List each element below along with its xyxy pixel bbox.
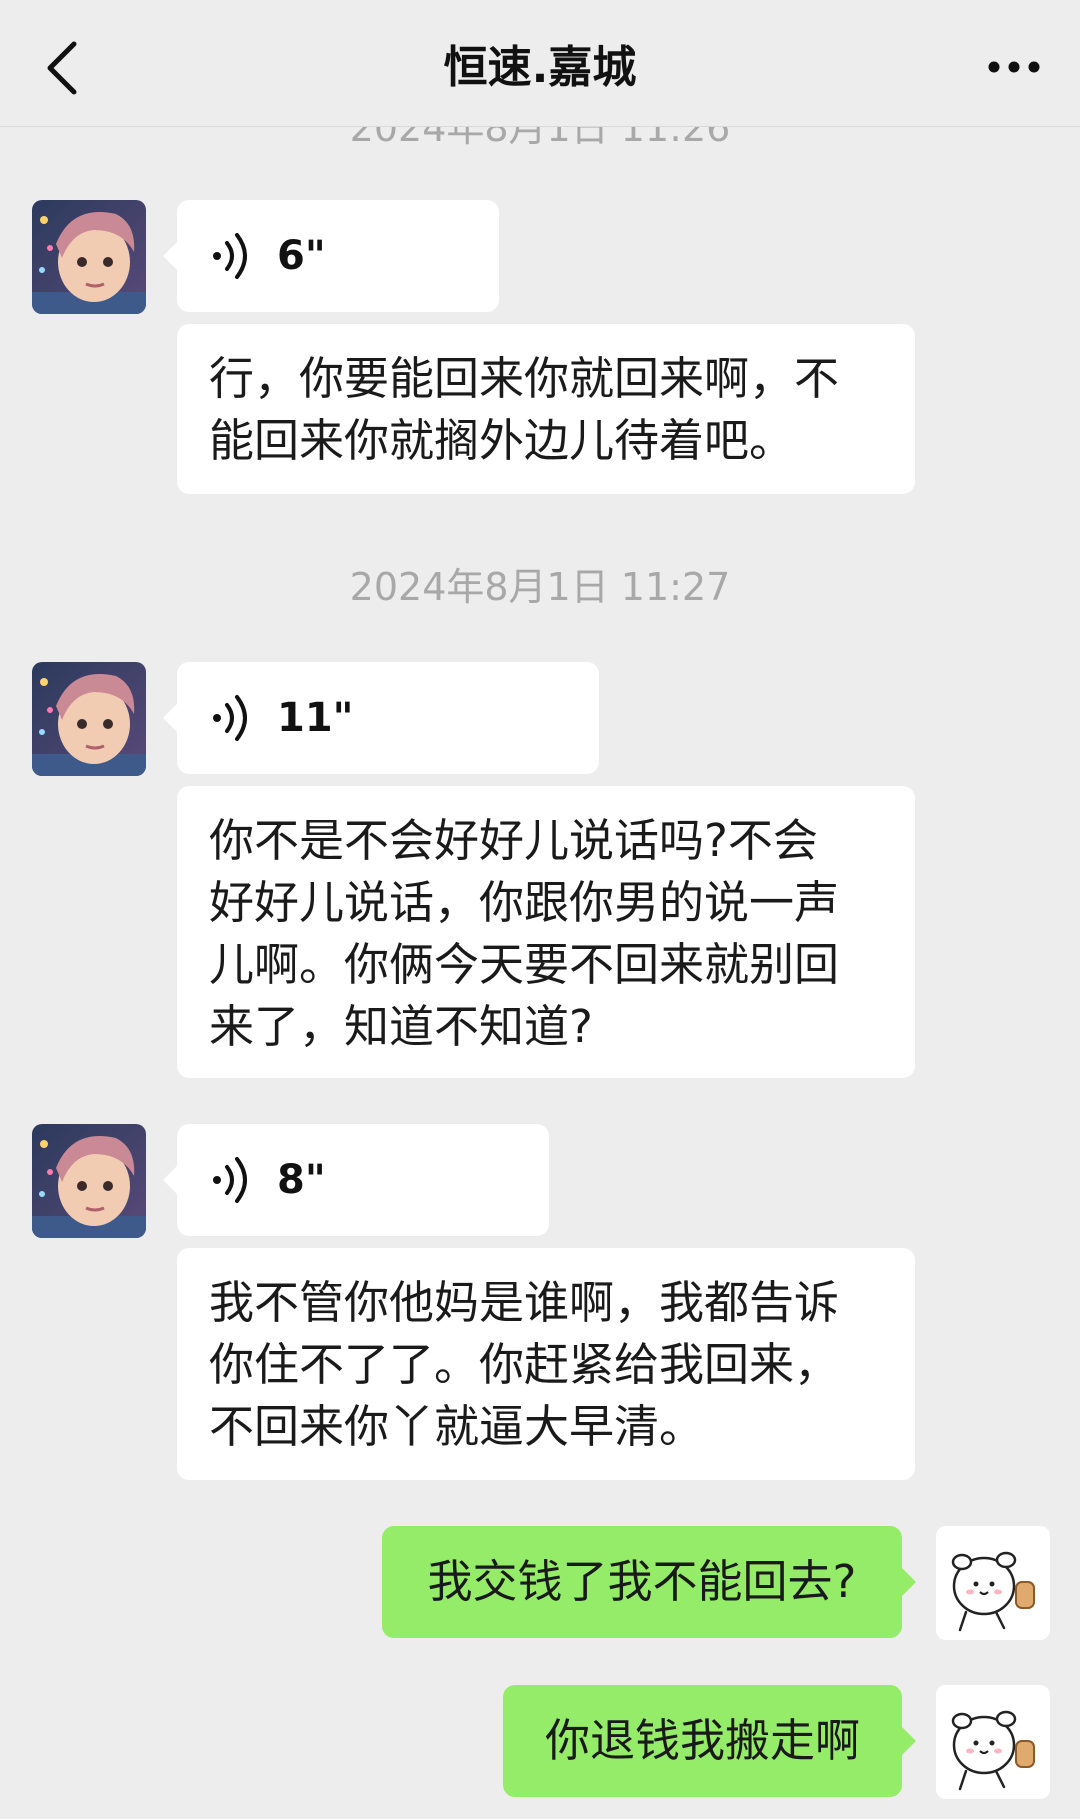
voice-message[interactable]: 11"	[163, 662, 599, 774]
voice-wave-icon	[213, 695, 247, 741]
text-message[interactable]: 我不管你他妈是谁啊，我都告诉 你住不了了。你赶紧给我回来， 不回来你丫就逼大早清…	[177, 1248, 915, 1480]
avatar-contact[interactable]	[32, 200, 146, 314]
timestamp: 2024年8月1日 11:27	[349, 565, 731, 609]
message-text: 我交钱了我不能回去?	[427, 1555, 857, 1608]
text-message[interactable]: 行，你要能回来你就回来啊，不 能回来你就搁外边儿待着吧。	[177, 324, 915, 494]
chat-header: 恒速.嘉城	[0, 0, 1080, 127]
text-message[interactable]: 你不是不会好好儿说话吗?不会 好好儿说话，你跟你男的说一声 儿啊。你俩今天要不回…	[177, 786, 915, 1078]
avatar-self[interactable]	[936, 1526, 1050, 1640]
text-message-self[interactable]: 你退钱我搬走啊	[503, 1685, 916, 1797]
avatar-contact[interactable]	[32, 1124, 146, 1238]
voice-wave-icon	[213, 233, 247, 279]
message-text: 你退钱我搬走啊	[544, 1714, 860, 1767]
message-text: 你不是不会好好儿说话吗?不会 好好儿说话，你跟你男的说一声 儿啊。你俩今天要不回…	[209, 814, 840, 1053]
message-text: 行，你要能回来你就回来啊，不 能回来你就搁外边儿待着吧。	[209, 352, 840, 467]
text-message-self[interactable]: 我交钱了我不能回去?	[382, 1526, 916, 1638]
voice-duration: 11"	[277, 695, 354, 741]
more-dots-icon[interactable]	[986, 50, 1042, 84]
chat-title: 恒速.嘉城	[443, 42, 637, 93]
voice-duration: 8"	[277, 1157, 326, 1203]
avatar-contact[interactable]	[32, 662, 146, 776]
voice-wave-icon	[213, 1157, 247, 1203]
voice-message[interactable]: 6"	[163, 200, 499, 312]
voice-duration: 6"	[277, 233, 326, 279]
avatar-self[interactable]	[936, 1685, 1050, 1799]
voice-message[interactable]: 8"	[163, 1124, 549, 1236]
message-text: 我不管你他妈是谁啊，我都告诉 你住不了了。你赶紧给我回来， 不回来你丫就逼大早清…	[209, 1276, 840, 1453]
